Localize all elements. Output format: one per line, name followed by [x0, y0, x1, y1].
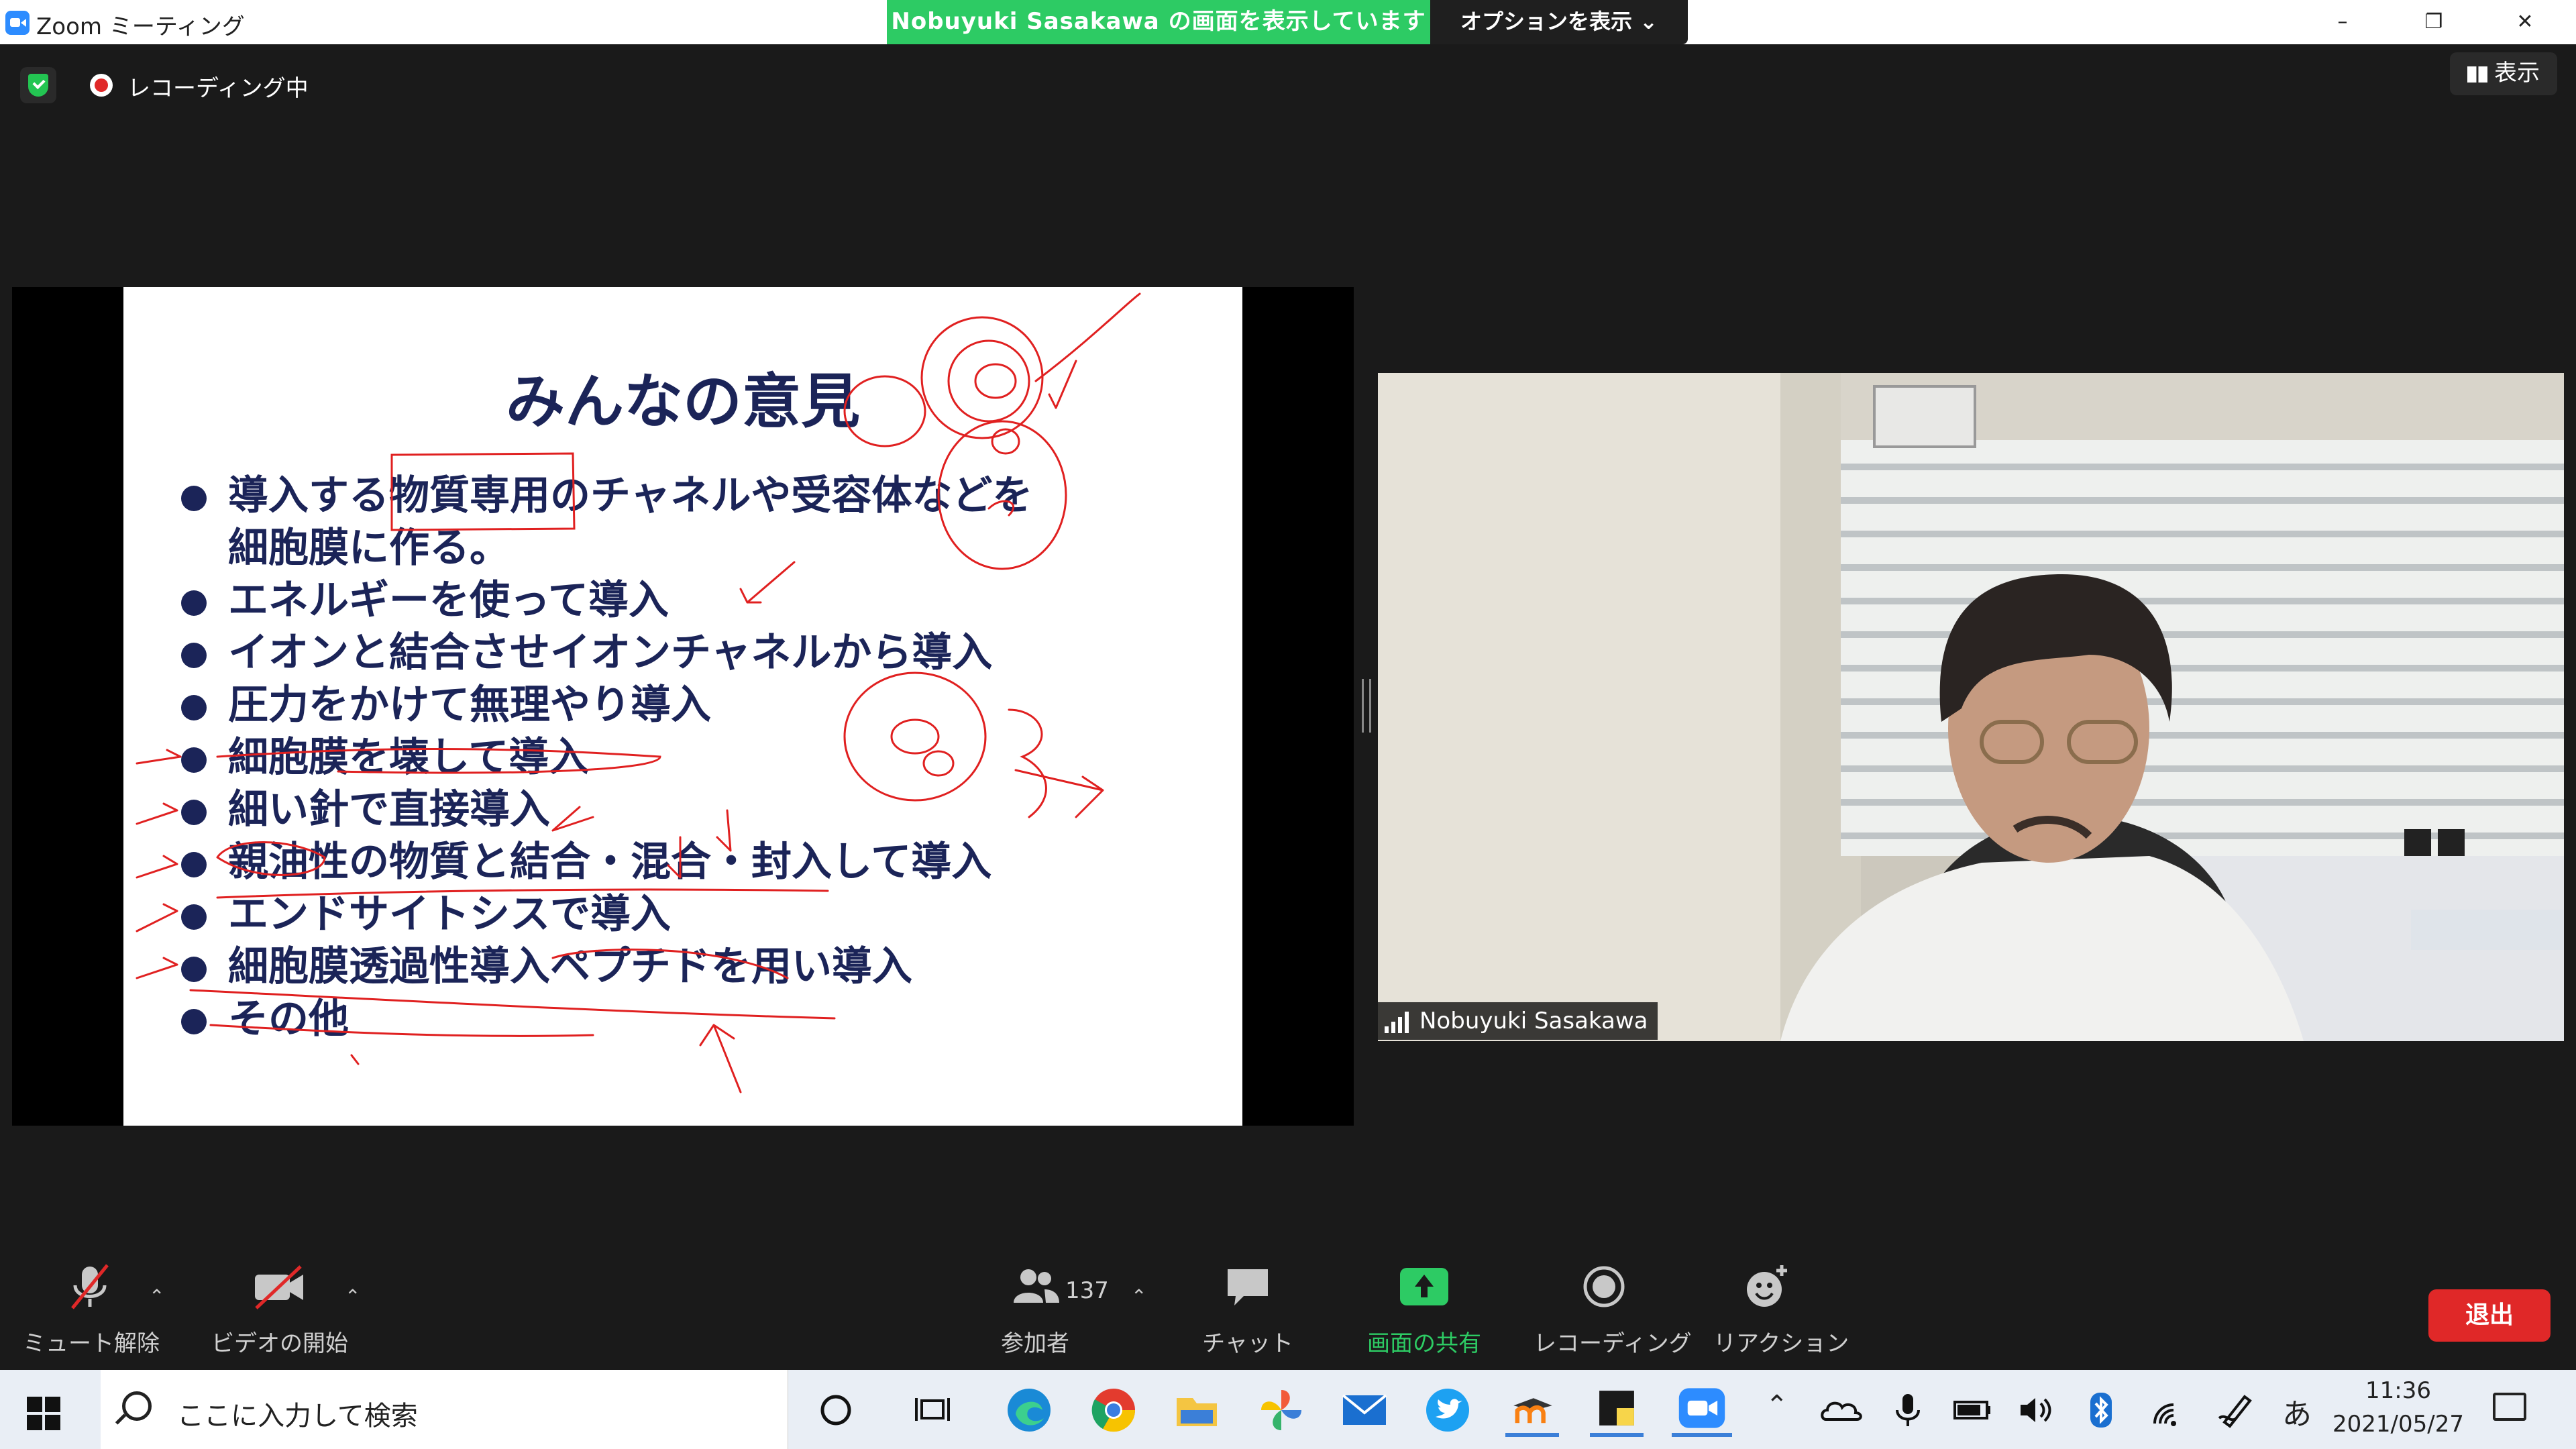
leave-meeting-button[interactable]: 退出	[2428, 1289, 2551, 1342]
zoom-taskbar-icon[interactable]	[1672, 1383, 1732, 1437]
recording-status: レコーディング中	[127, 75, 309, 102]
tray-microphone-icon[interactable]	[1881, 1383, 1935, 1437]
minimize-button[interactable]: –	[2316, 5, 2369, 39]
recording-icon	[90, 74, 113, 97]
view-button-label: 表示	[2494, 60, 2540, 87]
pen-workspace-icon[interactable]	[2210, 1383, 2263, 1437]
participants-button[interactable]: 参加者	[991, 1260, 1079, 1358]
file-explorer-icon[interactable]	[1170, 1383, 1224, 1437]
record-icon	[1583, 1266, 1625, 1307]
chrome-browser-icon[interactable]	[1087, 1383, 1140, 1437]
unmute-button[interactable]: ミュート解除	[23, 1260, 160, 1358]
participants-icon	[1014, 1269, 1059, 1303]
grid-view-icon	[2467, 66, 2487, 83]
reaction-emoji-icon	[1747, 1265, 1787, 1307]
moodle-icon[interactable]	[1505, 1383, 1559, 1437]
search-icon	[122, 1391, 152, 1421]
participants-label: 参加者	[1001, 1330, 1069, 1357]
cortana-icon[interactable]	[809, 1383, 863, 1437]
annotation-ink	[136, 292, 1141, 1093]
audio-options-chevron-up-icon[interactable]: ⌃	[149, 1285, 164, 1307]
signal-strength-icon	[1385, 1011, 1414, 1033]
split-view-divider[interactable]	[1362, 679, 1371, 733]
participants-count: 137	[1065, 1277, 1109, 1304]
participant-name: Nobuyuki Sasakawa	[1419, 1008, 1648, 1034]
participant-video	[1378, 373, 2564, 1041]
onedrive-cloud-icon[interactable]	[1815, 1383, 1869, 1437]
action-center-notification-icon[interactable]	[2493, 1393, 2526, 1421]
reactions-button[interactable]: リアクション	[1713, 1260, 1849, 1358]
chat-icon	[1228, 1269, 1268, 1305]
battery-icon[interactable]	[1945, 1383, 1999, 1437]
start-video-button[interactable]: ビデオの開始	[209, 1260, 350, 1358]
clock-date: 2021/05/27	[2332, 1411, 2464, 1438]
ime-indicator[interactable]: あ	[2282, 1390, 2312, 1433]
start-video-label: ビデオの開始	[211, 1330, 348, 1357]
window-title: Zoom ミーティング	[36, 13, 245, 40]
share-screen-button[interactable]: 画面の共有	[1354, 1260, 1495, 1358]
presentation-slide: みんなの意見 導入する物質専用のチャネルや受容体などを 細胞膜に作る。 エネルギ…	[123, 287, 1242, 1126]
participants-options-chevron-up-icon[interactable]: ⌃	[1131, 1285, 1146, 1307]
tray-chevron-up-icon[interactable]: ⌃	[1766, 1390, 1788, 1421]
video-options-chevron-up-icon[interactable]: ⌃	[345, 1285, 360, 1307]
close-button[interactable]: ✕	[2498, 5, 2552, 39]
sticky-notes-icon[interactable]	[1590, 1383, 1644, 1437]
mail-icon[interactable]	[1338, 1383, 1391, 1437]
recording-button[interactable]: レコーディング	[1534, 1260, 1692, 1358]
edge-browser-icon[interactable]	[1002, 1383, 1056, 1437]
recording-label: レコーディング	[1534, 1330, 1692, 1357]
security-shield-icon[interactable]	[20, 67, 56, 103]
participant-name-label: Nobuyuki Sasakawa	[1378, 1002, 1658, 1040]
taskbar-clock[interactable]: 11:36 2021/05/27	[2328, 1374, 2469, 1441]
microphone-muted-icon	[71, 1264, 109, 1309]
zoom-app-icon	[5, 11, 30, 35]
unmute-label: ミュート解除	[23, 1330, 160, 1357]
twitter-icon[interactable]	[1421, 1383, 1474, 1437]
share-screen-icon	[1400, 1268, 1448, 1305]
photos-pinwheel-icon[interactable]	[1254, 1383, 1308, 1437]
chat-button[interactable]: チャット	[1201, 1260, 1295, 1358]
volume-icon[interactable]	[2010, 1383, 2063, 1437]
restore-button[interactable]: ❐	[2407, 5, 2461, 39]
view-options-button[interactable]: オプションを表示 ⌄	[1430, 0, 1688, 44]
view-layout-button[interactable]: 表示	[2450, 52, 2557, 95]
chat-label: チャット	[1202, 1330, 1293, 1357]
screen-share-banner: Nobuyuki Sasakawa の画面を表示しています	[887, 0, 1430, 44]
clock-time: 11:36	[2365, 1377, 2431, 1404]
wifi-icon[interactable]	[2144, 1383, 2198, 1437]
taskbar-search-placeholder: ここに入力して検索	[177, 1401, 418, 1432]
task-view-icon[interactable]	[907, 1383, 961, 1437]
bluetooth-icon[interactable]	[2074, 1383, 2128, 1437]
share-screen-label: 画面の共有	[1367, 1330, 1481, 1357]
windows-start-icon[interactable]	[27, 1397, 60, 1430]
video-camera-off-icon	[255, 1265, 303, 1309]
taskbar-search-box[interactable]: ここに入力して検索	[101, 1370, 788, 1449]
participant-video-frame	[1378, 373, 2564, 1041]
reactions-label: リアクション	[1713, 1330, 1849, 1357]
